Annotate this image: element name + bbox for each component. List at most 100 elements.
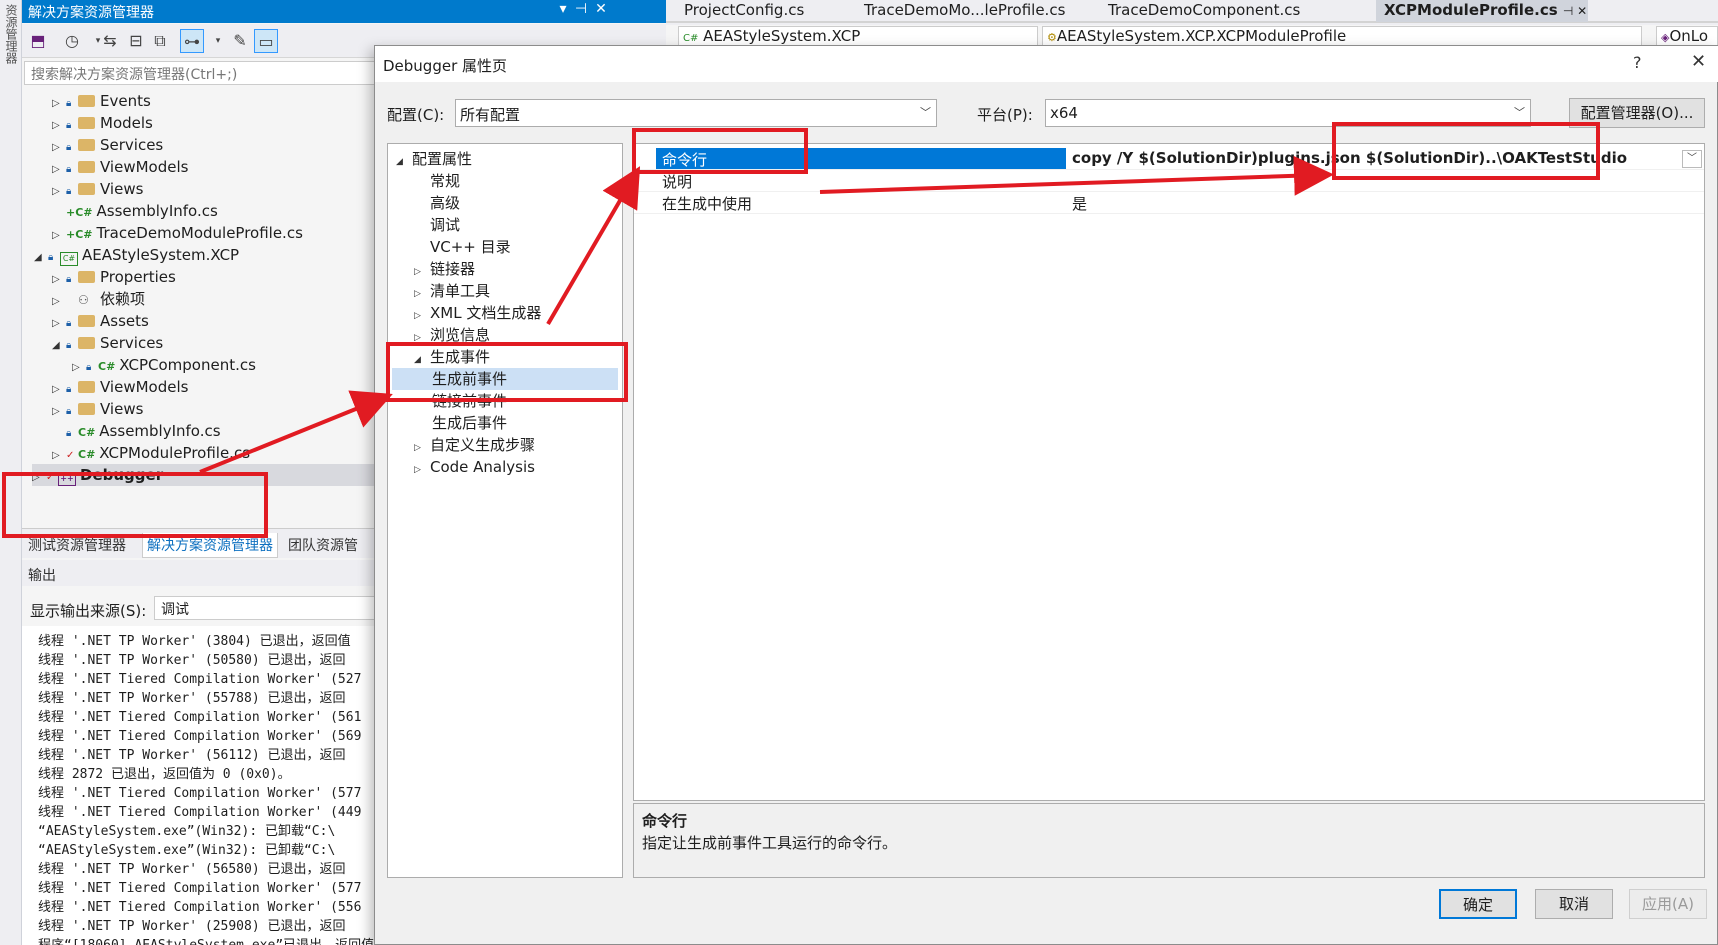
close-icon[interactable]: ✕ bbox=[1691, 51, 1706, 72]
tree-item-linker[interactable]: ▷ 链接器 bbox=[414, 258, 475, 280]
folder-icon bbox=[78, 161, 95, 173]
dependencies-icon: ⚇ bbox=[78, 293, 89, 307]
tree-item[interactable]: ▷ 🔒︎ ViewModels bbox=[52, 156, 188, 178]
side-strip-label[interactable]: 资源管理器 bbox=[3, 4, 20, 64]
csharp-file-icon: +C# bbox=[66, 206, 93, 219]
log-line: 线程 '.NET Tiered Compilation Worker' (569 bbox=[38, 729, 362, 744]
vs-switch-views-icon[interactable]: ⬒ bbox=[26, 29, 50, 53]
folder-icon bbox=[78, 139, 95, 151]
log-line: 线程 '.NET Tiered Compilation Worker' (577 bbox=[38, 786, 362, 801]
solution-explorer-title: 解决方案资源管理器 bbox=[28, 5, 154, 21]
tab-xcp-module-profile[interactable]: XCPModuleProfile.cs ⊣ ✕ bbox=[1376, 0, 1588, 22]
annotation-box-pre-build-event bbox=[386, 342, 628, 402]
log-line: 线程 '.NET TP Worker' (56112) 已退出，返回 bbox=[38, 748, 346, 763]
solution-explorer-title-bar: 解决方案资源管理器 ▾ ⊣ ✕ bbox=[22, 0, 666, 23]
dialog-title: Debugger 属性页 bbox=[375, 46, 1718, 82]
nav-project-dropdown[interactable]: C# AEAStyleSystem.XCP bbox=[678, 26, 1038, 46]
property-description-panel: 命令行 指定让生成前事件工具运行的命令行。 bbox=[633, 803, 1705, 878]
expand-icon[interactable]: ▷ bbox=[52, 181, 66, 203]
preview-icon[interactable]: ▭ bbox=[254, 29, 278, 53]
apply-button[interactable]: 应用(A) bbox=[1629, 889, 1707, 919]
dropdown-icon[interactable]: ▾ bbox=[554, 1, 572, 17]
tree-item[interactable]: ▷ +C# TraceDemoModuleProfile.cs bbox=[52, 222, 303, 244]
description-text: 指定让生成前事件工具运行的命令行。 bbox=[642, 834, 898, 852]
tree-item-xml-doc-generator[interactable]: ▷ XML 文档生成器 bbox=[414, 302, 541, 324]
ok-button[interactable]: 确定 bbox=[1439, 889, 1517, 919]
tree-item[interactable]: ▷ 🔒︎ C# XCPComponent.cs bbox=[72, 354, 256, 376]
property-pages-dialog: Debugger 属性页 ? ✕ 配置(C): 所有配置 ﹀ 平台(P): x64… bbox=[374, 45, 1718, 945]
log-line: 线程 '.NET Tiered Compilation Worker' (577 bbox=[38, 881, 362, 896]
pin-close-icon[interactable]: ⊣ ✕ bbox=[1563, 4, 1587, 18]
expand-icon[interactable]: ▷ bbox=[52, 401, 66, 423]
properties-wrench-icon[interactable]: ✎ bbox=[228, 29, 252, 53]
collapse-all-icon[interactable]: ⊟ bbox=[124, 29, 148, 53]
collapse-icon[interactable]: ◢ bbox=[52, 335, 66, 357]
log-line: 线程 '.NET Tiered Compilation Worker' (556 bbox=[38, 900, 362, 915]
tree-item[interactable]: ▷ ✓ C# XCPModuleProfile.cs bbox=[52, 442, 250, 464]
folder-icon bbox=[78, 315, 95, 327]
editor-navigation-bar: C# AEAStyleSystem.XCP ⚙AEAStyleSystem.XC… bbox=[666, 25, 1718, 47]
expand-icon[interactable]: ▷ bbox=[414, 459, 430, 481]
config-select[interactable]: 所有配置 ﹀ bbox=[455, 99, 937, 127]
csharp-file-icon: C# bbox=[78, 426, 96, 439]
tree-item-project[interactable]: ◢ 🔒︎ C# AEAStyleSystem.XCP bbox=[34, 244, 239, 266]
property-key: 在生成中使用 bbox=[662, 195, 753, 213]
pin-icon[interactable]: ⊣ bbox=[572, 1, 590, 17]
collapse-icon[interactable]: ◢ bbox=[396, 151, 412, 173]
log-line: 线程 '.NET Tiered Compilation Worker' (561 bbox=[38, 710, 362, 725]
log-line: 线程 '.NET TP Worker' (25908) 已退出，返回 bbox=[38, 919, 346, 934]
tab-project-config[interactable]: ProjectConfig.cs bbox=[676, 0, 812, 22]
cancel-button[interactable]: 取消 bbox=[1535, 889, 1613, 919]
property-row-use-in-build[interactable]: 在生成中使用 是 bbox=[634, 192, 1704, 214]
tree-item-debugging[interactable]: 调试 bbox=[414, 214, 460, 236]
tree-item-custom-build-step[interactable]: ▷ 自定义生成步骤 bbox=[414, 434, 535, 456]
tree-item[interactable]: ▷ 🔒︎ Properties bbox=[52, 266, 176, 288]
tree-item[interactable]: ▷ 🔒︎ Views bbox=[52, 398, 143, 420]
tree-item[interactable]: ▷ 🔒︎ Services bbox=[52, 134, 163, 156]
log-line: 线程 '.NET Tiered Compilation Worker' (449 bbox=[38, 805, 362, 820]
tree-item[interactable]: ▷ 🔒︎ ViewModels bbox=[52, 376, 188, 398]
nav-member-dropdown[interactable]: ◈OnLo bbox=[1656, 26, 1718, 46]
csharp-file-icon: C# bbox=[78, 448, 96, 461]
annotation-box-target-path bbox=[1332, 122, 1600, 180]
tree-item-config-properties[interactable]: ◢ 配置属性 bbox=[396, 148, 472, 170]
tree-item[interactable]: ▷ 🔒︎ Models bbox=[52, 112, 153, 134]
property-category-tree: ◢ 配置属性 常规 高级 调试 VC++ 目录 ▷ 链接器 ▷ 清单工具 ▷ XML 文… bbox=[387, 143, 623, 878]
property-value[interactable]: 是 bbox=[1066, 192, 1702, 213]
tree-item-advanced[interactable]: 高级 bbox=[414, 192, 460, 214]
tree-item[interactable]: ▷ 🔒︎ Events bbox=[52, 90, 151, 112]
show-all-files-icon[interactable]: ⧉ bbox=[148, 29, 172, 53]
tree-item[interactable]: 🔒︎ C# AssemblyInfo.cs bbox=[66, 420, 221, 442]
tree-item-vc-directories[interactable]: VC++ 目录 bbox=[414, 236, 511, 258]
folder-icon bbox=[78, 183, 95, 195]
tab-trace-demo-component[interactable]: TraceDemoComponent.cs bbox=[1100, 0, 1308, 22]
platform-label: 平台(P): bbox=[977, 106, 1033, 124]
tree-item-general[interactable]: 常规 bbox=[414, 170, 460, 192]
tree-item[interactable]: ▷ 🔒︎ Assets bbox=[52, 310, 149, 332]
chevron-down-icon: ﹀ bbox=[1514, 106, 1525, 119]
tree-item[interactable]: ▷ 🔒︎ Views bbox=[52, 178, 143, 200]
folder-icon bbox=[78, 403, 95, 415]
tree-item-code-analysis[interactable]: ▷ Code Analysis bbox=[414, 456, 535, 478]
tree-item[interactable]: ▷ ⚇ 依赖项 bbox=[52, 288, 145, 310]
chevron-down-icon[interactable]: ▾ bbox=[206, 29, 230, 53]
nav-type-dropdown[interactable]: ⚙AEAStyleSystem.XCP.XCPModuleProfile bbox=[1042, 26, 1642, 46]
chevron-down-icon[interactable]: ﹀ bbox=[1682, 150, 1702, 168]
tree-item-manifest-tool[interactable]: ▷ 清单工具 bbox=[414, 280, 490, 302]
folder-icon bbox=[78, 95, 95, 107]
tree-item-post-build-event[interactable]: 生成后事件 bbox=[432, 412, 507, 434]
help-icon[interactable]: ? bbox=[1633, 53, 1642, 72]
csharp-file-icon: C# bbox=[98, 360, 116, 373]
history-icon[interactable]: ◷ bbox=[60, 29, 84, 53]
description-title: 命令行 bbox=[642, 812, 688, 830]
collapse-icon[interactable]: ◢ bbox=[34, 247, 48, 269]
tab-trace-demo-module-profile[interactable]: TraceDemoMo...leProfile.cs bbox=[856, 0, 1073, 22]
close-icon[interactable]: ✕ bbox=[592, 1, 610, 17]
config-label: 配置(C): bbox=[387, 106, 445, 124]
tree-item[interactable]: ◢ 🔒︎ Services bbox=[52, 332, 163, 354]
log-line: 线程 '.NET TP Worker' (56580) 已退出，返回 bbox=[38, 862, 346, 877]
tree-item[interactable]: +C# AssemblyInfo.cs bbox=[66, 200, 218, 222]
tab-team-explorer[interactable]: 团队资源管 bbox=[284, 533, 362, 557]
filter-icon[interactable]: ⊶ bbox=[180, 29, 204, 53]
sync-icon[interactable]: ⇆ bbox=[98, 29, 122, 53]
